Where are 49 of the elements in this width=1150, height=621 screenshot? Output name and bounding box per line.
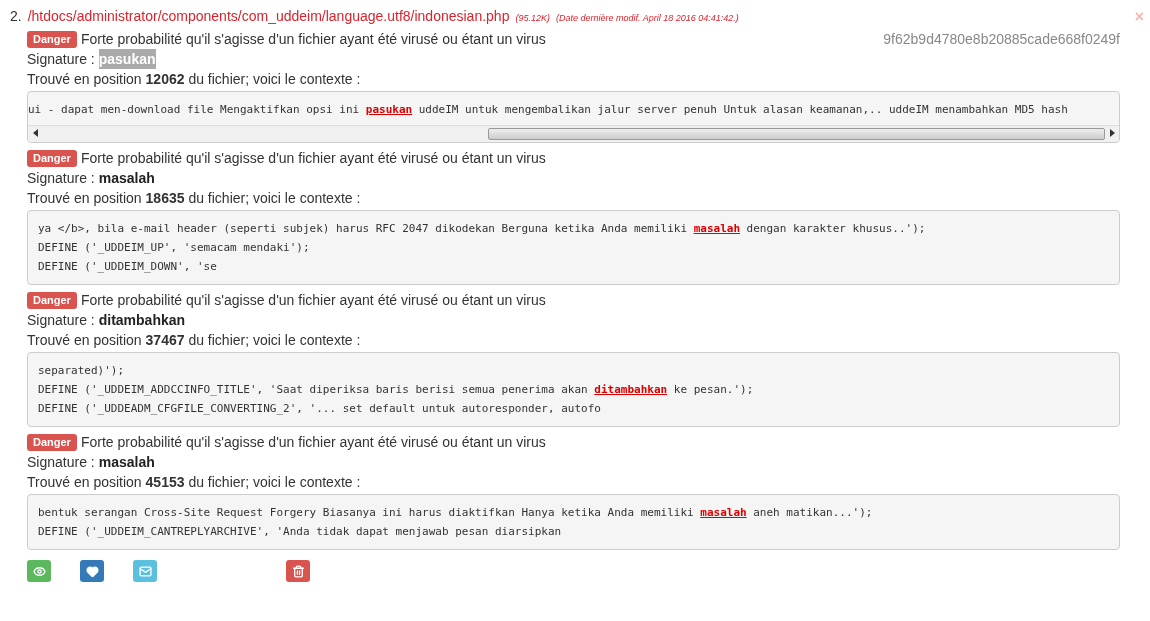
eye-icon xyxy=(32,564,46,578)
delete-button[interactable] xyxy=(286,560,310,582)
code-line: ui - dapat men-download file Mengaktifkan opsi ini pasukan uddeIM untuk mengembalikan jalur server penuh Untuk alasan keamanan,.. uddeIM menambahkan MD5 hash xyxy=(28,102,1069,118)
danger-badge: Danger xyxy=(27,30,77,48)
matched-keyword: ditambahkan xyxy=(594,383,668,396)
position-text: Trouvé en position 12062 du fichier; voici le contexte : xyxy=(27,70,361,89)
signature-value: ditambahkan xyxy=(98,311,186,330)
code-line: separated)'); xyxy=(38,363,126,379)
file-size: (95.12K) xyxy=(515,13,550,23)
code-line: DEFINE ('_UDDEIM_DOWN', 'se xyxy=(38,259,218,275)
position-text: Trouvé en position 45153 du fichier; voici le contexte : xyxy=(27,473,361,492)
danger-badge: Danger xyxy=(27,433,77,451)
file-path[interactable]: /htdocs/administrator/components/com_uddeim/language.utf8/indonesian.php xyxy=(27,8,510,24)
envelope-icon xyxy=(138,564,152,578)
item-number: 2. xyxy=(10,8,22,24)
matched-keyword: masalah xyxy=(693,222,740,235)
code-line: DEFINE ('_UDDEIM_CANTREPLYARCHIVE', 'Anda tidak dapat menjawab pesan diarsipkan xyxy=(38,524,563,540)
left-arrow-icon[interactable] xyxy=(32,129,38,137)
position-text: Trouvé en position 18635 du fichier; voici le contexte : xyxy=(27,189,361,208)
trash-icon xyxy=(291,564,305,578)
warning-message: Forte probabilité qu'il s'agisse d'un fichier ayant été virusé ou étant un virus xyxy=(80,30,546,49)
code-line: DEFINE ('_UDDEIM_ADDCCINFO_TITLE', 'Saat diperiksa baris berisi semua penerima akan ditambahkan ke pesan.'); xyxy=(38,382,755,398)
right-arrow-icon[interactable] xyxy=(1109,129,1115,137)
matched-keyword: masalah xyxy=(700,506,747,519)
danger-badge: Danger xyxy=(27,291,77,309)
signature-label: Signature : xyxy=(27,169,95,188)
horizontal-scrollbar[interactable] xyxy=(28,125,1119,142)
view-button[interactable] xyxy=(27,560,51,582)
heart-icon xyxy=(85,564,99,578)
signature-label: Signature : xyxy=(27,50,95,69)
code-line: bentuk serangan Cross-Site Request Forgery Biasanya ini harus diaktifkan Hanya ketika Anda memiliki masalah aneh matikan...'); xyxy=(38,505,874,521)
signature-value: masalah xyxy=(98,453,155,472)
signature-label: Signature : xyxy=(27,311,95,330)
signature-value: masalah xyxy=(98,169,155,188)
signature-label: Signature : xyxy=(27,453,95,472)
file-date: (Date dernière modif. April 18 2016 04:41:42.) xyxy=(555,13,739,23)
mail-button[interactable] xyxy=(133,560,157,582)
position-text: Trouvé en position 37467 du fichier; voici le contexte : xyxy=(27,331,361,350)
warning-message: Forte probabilité qu'il s'agisse d'un fichier ayant été virusé ou étant un virus xyxy=(80,291,546,310)
danger-badge: Danger xyxy=(27,149,77,167)
signature-value: pasukan xyxy=(98,49,156,69)
code-line: DEFINE ('_UDDEIM_UP', 'semacam mendaki'); xyxy=(38,240,311,256)
warning-message: Forte probabilité qu'il s'agisse d'un fichier ayant été virusé ou étant un virus xyxy=(80,433,546,452)
warning-message: Forte probabilité qu'il s'agisse d'un fichier ayant été virusé ou étant un virus xyxy=(80,149,546,168)
matched-keyword: pasukan xyxy=(365,103,413,116)
code-line: DEFINE ('_UDDEADM_CFGFILE_CONVERTING_2', '... set default untuk autoresponder, autofo xyxy=(38,401,602,417)
file-hash: 9f62b9d4780e8b20885cade668f0249f xyxy=(883,30,1120,49)
code-line: ya </b>, bila e-mail header (seperti subjek) harus RFC 2047 dikodekan Berguna ketika Anda memiliki masalah dengan karakter khusus..'); xyxy=(38,221,927,237)
favorite-button[interactable] xyxy=(80,560,104,582)
